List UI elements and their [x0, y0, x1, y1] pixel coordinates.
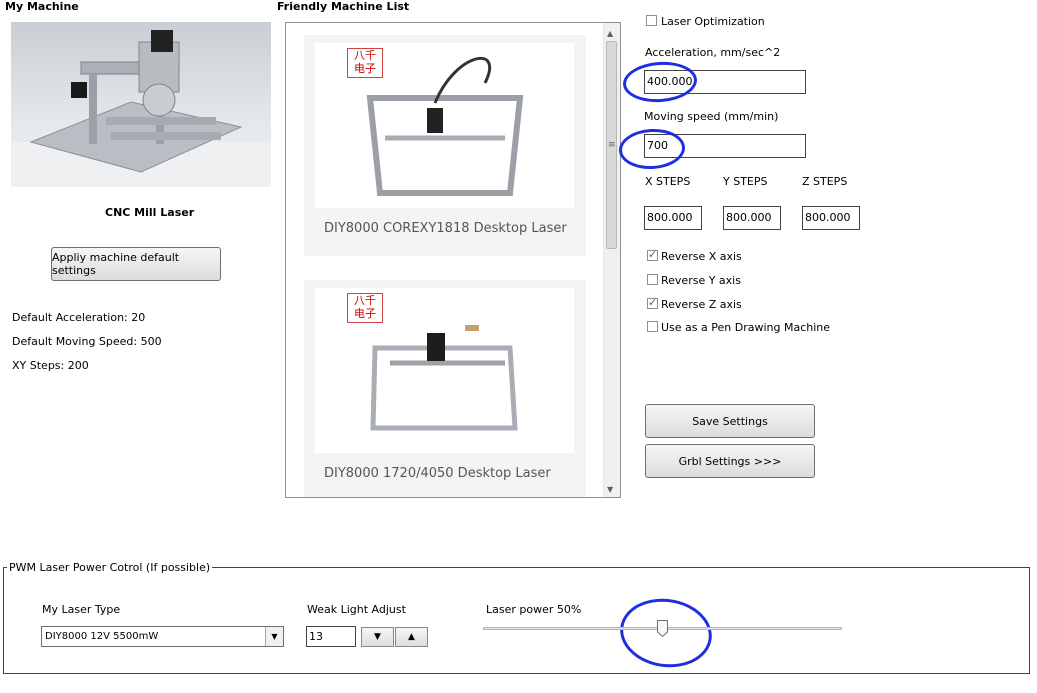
weak-light-decrease-button[interactable]: ▼: [361, 627, 394, 647]
y-steps-input[interactable]: 800.000: [723, 206, 781, 230]
brand-badge: 八千 电子: [347, 293, 383, 323]
machine-card-1720-4050[interactable]: 八千 电子 DIY8000 1720/4050 Desktop Laser: [304, 280, 586, 497]
chevron-down-icon[interactable]: ▼: [265, 627, 283, 646]
laser-power-slider-thumb[interactable]: [657, 620, 668, 638]
machine-card-caption: DIY8000 1720/4050 Desktop Laser: [324, 466, 551, 481]
reverse-x-label: Reverse X axis: [661, 250, 742, 263]
scroll-thumb[interactable]: ≡: [606, 41, 617, 249]
pwm-group-box: [3, 567, 1030, 674]
acceleration-label: Acceleration, mm/sec^2: [645, 46, 781, 59]
scroll-up-icon[interactable]: ▲: [607, 29, 613, 38]
chevron-down-icon: ▼: [374, 632, 381, 642]
scroll-down-icon[interactable]: ▼: [607, 485, 613, 494]
weak-light-input[interactable]: 13: [306, 626, 356, 647]
grbl-settings-button[interactable]: Grbl Settings >>>: [645, 444, 815, 478]
default-moving-speed-text: Default Moving Speed: 500: [12, 335, 162, 348]
annotation-circle-speed: [617, 127, 687, 171]
machine-name: CNC Mill Laser: [105, 206, 195, 219]
laser-optimization-checkbox[interactable]: [646, 15, 657, 26]
machine-list[interactable]: 八千 电子 DIY8000 COREXY1818 Desktop Laser 八…: [285, 22, 621, 498]
laser-power-label: Laser power 50%: [486, 603, 582, 616]
machine-card-caption: DIY8000 COREXY1818 Desktop Laser: [324, 221, 567, 236]
y-steps-label: Y STEPS: [723, 175, 768, 188]
apply-default-settings-button[interactable]: Appliy machine default settings: [51, 247, 221, 281]
save-settings-button[interactable]: Save Settings: [645, 404, 815, 438]
reverse-z-checkbox[interactable]: [647, 296, 658, 309]
friendly-list-title: Friendly Machine List: [277, 0, 410, 13]
list-scrollbar[interactable]: ▲ ≡ ▼: [603, 23, 620, 497]
cnc-machine-illustration: [11, 30, 271, 187]
moving-speed-label: Moving speed (mm/min): [644, 110, 779, 123]
x-steps-label: X STEPS: [645, 175, 691, 188]
weak-light-increase-button[interactable]: ▲: [395, 627, 428, 647]
reverse-x-checkbox[interactable]: [647, 248, 658, 261]
reverse-y-checkbox[interactable]: [647, 274, 658, 285]
slider-thumb-icon: [657, 620, 668, 638]
corexy-photo: 八千 电子: [315, 43, 574, 208]
laser-type-label: My Laser Type: [42, 603, 121, 616]
pen-mode-checkbox[interactable]: [647, 321, 658, 332]
default-acceleration-text: Default Acceleration: 20: [12, 311, 146, 324]
x-steps-input[interactable]: 800.000: [644, 206, 702, 230]
machine-card-corexy[interactable]: 八千 电子 DIY8000 COREXY1818 Desktop Laser: [304, 35, 586, 256]
annotation-circle-acceleration: [621, 59, 699, 105]
z-steps-input[interactable]: 800.000: [802, 206, 860, 230]
laser-type-select[interactable]: DIY8000 12V 5500mW ▼: [41, 626, 284, 647]
brand-badge: 八千 电子: [347, 48, 383, 78]
pen-mode-label: Use as a Pen Drawing Machine: [661, 321, 831, 334]
pwm-group-title: PWM Laser Power Cotrol (If possible): [7, 561, 213, 574]
laser-type-value: DIY8000 12V 5500mW: [45, 631, 159, 642]
laser-optimization-label: Laser Optimization: [661, 15, 765, 28]
xy-steps-text: XY Steps: 200: [12, 359, 89, 372]
reverse-y-label: Reverse Y axis: [661, 274, 741, 287]
chevron-up-icon: ▲: [408, 632, 415, 642]
diy1720-photo: 八千 电子: [315, 288, 574, 453]
weak-light-label: Weak Light Adjust: [307, 603, 406, 616]
machine-photo: [11, 22, 271, 187]
my-machine-title: My Machine: [5, 0, 79, 13]
grip-icon: ≡: [608, 140, 616, 150]
reverse-z-label: Reverse Z axis: [661, 298, 742, 311]
z-steps-label: Z STEPS: [802, 175, 848, 188]
